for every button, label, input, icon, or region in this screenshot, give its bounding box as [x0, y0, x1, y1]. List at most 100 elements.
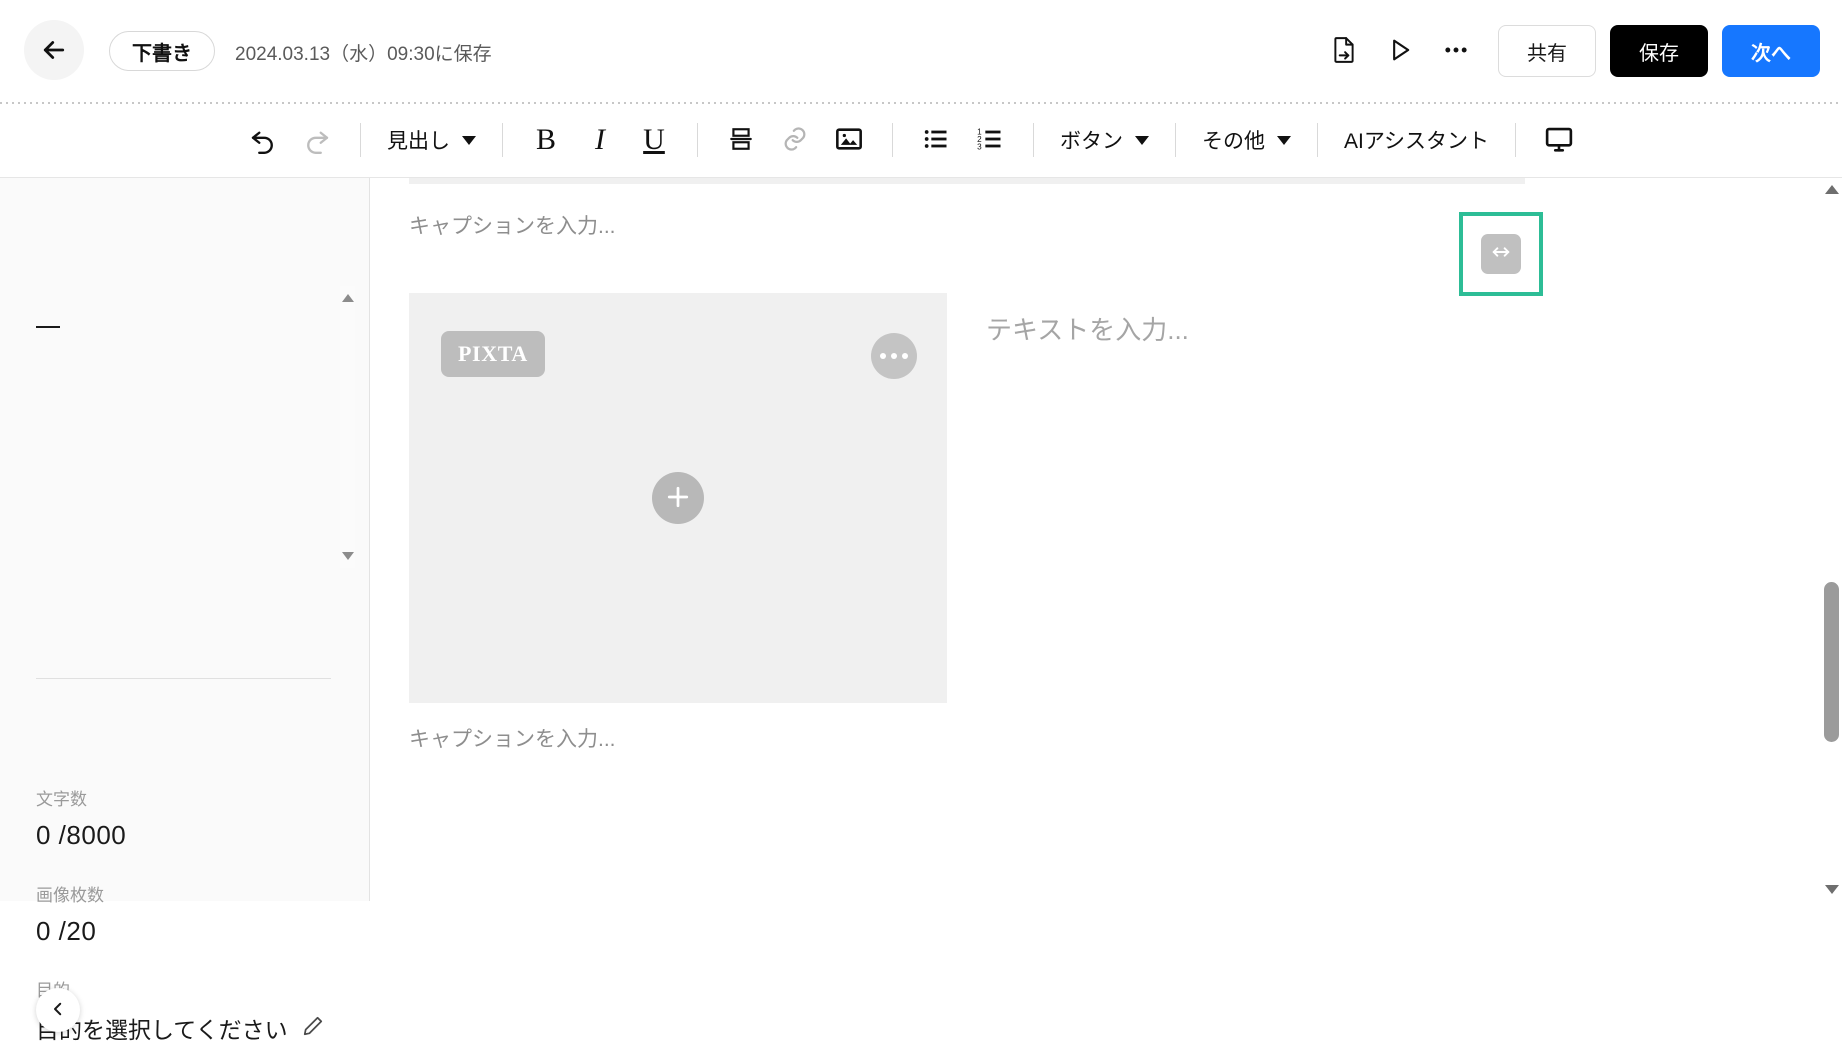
- status-badge-label: 下書き: [132, 42, 192, 65]
- sidebar-collapse-button[interactable]: [36, 988, 80, 1032]
- app-header: 下書き 2024.03.13（水）09:30に保存 共有 保存 次へ: [0, 0, 1842, 102]
- share-button-label: 共有: [1527, 42, 1567, 65]
- preview-play-button[interactable]: [1372, 23, 1428, 79]
- share-button[interactable]: 共有: [1498, 25, 1596, 77]
- button-dropdown-label: ボタン: [1060, 130, 1123, 153]
- image-count-label: 画像枚数: [36, 886, 104, 905]
- other-dropdown[interactable]: その他: [1192, 116, 1301, 164]
- ellipsis-circle-icon: [891, 353, 897, 359]
- triangle-down-icon[interactable]: [342, 552, 354, 560]
- next-button[interactable]: 次へ: [1722, 25, 1820, 77]
- add-image-button[interactable]: [652, 472, 704, 524]
- sidebar-dash-placeholder: [36, 326, 60, 328]
- sidebar-scroll-area: [0, 286, 370, 748]
- divider-button[interactable]: [714, 113, 768, 167]
- export-button[interactable]: [1316, 23, 1372, 79]
- link-button[interactable]: [768, 113, 822, 167]
- other-dropdown-label: その他: [1202, 130, 1265, 153]
- char-count-label: 文字数: [36, 790, 87, 809]
- toolbar-divider: [1515, 123, 1517, 157]
- bold-label: B: [535, 123, 556, 156]
- pencil-icon[interactable]: [302, 1015, 324, 1042]
- purpose-value-row[interactable]: 目的を選択してください: [36, 1011, 324, 1045]
- ellipsis-circle-icon: [902, 353, 908, 359]
- toolbar-divider: [1317, 123, 1318, 157]
- underline-button[interactable]: U: [627, 113, 681, 167]
- undo-button[interactable]: [236, 113, 290, 167]
- purpose-label: 目的: [36, 976, 324, 1001]
- triangle-up-icon[interactable]: [342, 294, 354, 302]
- triangle-down-icon[interactable]: [1825, 885, 1839, 894]
- redo-arrow-icon: [302, 124, 332, 157]
- ai-assistant-button[interactable]: AIアシスタント: [1334, 116, 1499, 164]
- undo-arrow-icon: [248, 124, 278, 157]
- horizontal-resize-arrow-icon: [1490, 241, 1512, 268]
- monitor-icon: [1544, 124, 1574, 157]
- redo-button[interactable]: [290, 113, 344, 167]
- arrow-left-icon: [39, 35, 69, 65]
- toolbar-divider: [502, 123, 503, 157]
- heading-dropdown[interactable]: 見出し: [377, 116, 486, 164]
- toolbar-divider: [1033, 123, 1034, 157]
- resize-chip: [1481, 234, 1521, 274]
- char-count-value: 0 /8000: [36, 820, 127, 850]
- bold-button[interactable]: B: [519, 113, 573, 167]
- desktop-preview-button[interactable]: [1532, 113, 1586, 167]
- last-saved-text: 2024.03.13（水）09:30に保存: [235, 44, 492, 65]
- previous-block-remnant: [409, 178, 1525, 184]
- plus-circle-icon: [663, 482, 693, 515]
- sidebar-divider: [36, 678, 331, 679]
- save-button[interactable]: 保存: [1610, 25, 1708, 77]
- button-insert-dropdown[interactable]: ボタン: [1050, 116, 1159, 164]
- char-count-stat: 文字数 0 /8000: [36, 785, 126, 851]
- triangle-up-icon[interactable]: [1825, 185, 1839, 194]
- page-scrollbar[interactable]: [1821, 178, 1842, 901]
- ellipsis-icon: [1442, 36, 1470, 67]
- chevron-down-icon: [1277, 135, 1291, 145]
- image-block-more-button[interactable]: [871, 333, 917, 379]
- numbered-list-icon: 1 2 3: [976, 125, 1004, 156]
- toolbar-divider: [697, 123, 698, 157]
- sidebar-scrollbar[interactable]: [340, 286, 355, 568]
- image-icon: [835, 125, 863, 156]
- more-options-button[interactable]: [1428, 23, 1484, 79]
- toolbar-divider: [892, 123, 893, 157]
- next-button-label: 次へ: [1751, 42, 1791, 65]
- editor-toolbar: 見出し B I U 1 2 3 ボタン その他 AIアシスタント: [0, 104, 1842, 176]
- document-canvas: キャプションを入力... PIXTA キャプションを入力... テキストを入力.…: [371, 178, 1821, 901]
- scroll-thumb[interactable]: [1824, 582, 1839, 742]
- bullet-list-icon: [922, 125, 950, 156]
- svg-text:3: 3: [977, 142, 982, 151]
- italic-button[interactable]: I: [573, 113, 627, 167]
- file-export-icon: [1331, 36, 1357, 67]
- editor-body: 文字数 0 /8000 画像枚数 0 /20 目的 目的を選択してください: [0, 177, 1842, 1043]
- chevron-left-icon: [49, 1000, 67, 1021]
- back-button[interactable]: [24, 20, 84, 80]
- horizontal-divider-icon: [728, 126, 754, 155]
- toolbar-divider: [360, 123, 361, 157]
- save-button-label: 保存: [1639, 42, 1679, 65]
- ai-assistant-label: AIアシスタント: [1344, 130, 1490, 153]
- image-block-placeholder[interactable]: PIXTA: [409, 293, 947, 703]
- heading-dropdown-label: 見出し: [387, 130, 450, 153]
- italic-label: I: [595, 123, 605, 156]
- underline-label: U: [643, 123, 665, 156]
- caption-input-bottom[interactable]: キャプションを入力...: [409, 723, 616, 753]
- chevron-down-icon: [1135, 135, 1149, 145]
- numbered-list-button[interactable]: 1 2 3: [963, 113, 1017, 167]
- ellipsis-circle-icon: [880, 353, 886, 359]
- chevron-down-icon: [462, 135, 476, 145]
- insert-image-button[interactable]: [822, 113, 876, 167]
- column-resize-handle[interactable]: [1459, 212, 1543, 296]
- caption-input-top[interactable]: キャプションを入力...: [409, 210, 616, 240]
- pixta-badge[interactable]: PIXTA: [441, 331, 545, 377]
- play-triangle-icon: [1386, 36, 1414, 67]
- text-block-input[interactable]: テキストを入力...: [986, 310, 1189, 347]
- image-count-value: 0 /20: [36, 916, 97, 946]
- status-badge-draft[interactable]: 下書き: [109, 31, 215, 71]
- left-sidebar: 文字数 0 /8000 画像枚数 0 /20 目的 目的を選択してください: [0, 178, 370, 1043]
- toolbar-divider: [1175, 123, 1176, 157]
- image-count-stat: 画像枚数 0 /20: [36, 881, 104, 947]
- bullet-list-button[interactable]: [909, 113, 963, 167]
- link-icon: [781, 125, 809, 156]
